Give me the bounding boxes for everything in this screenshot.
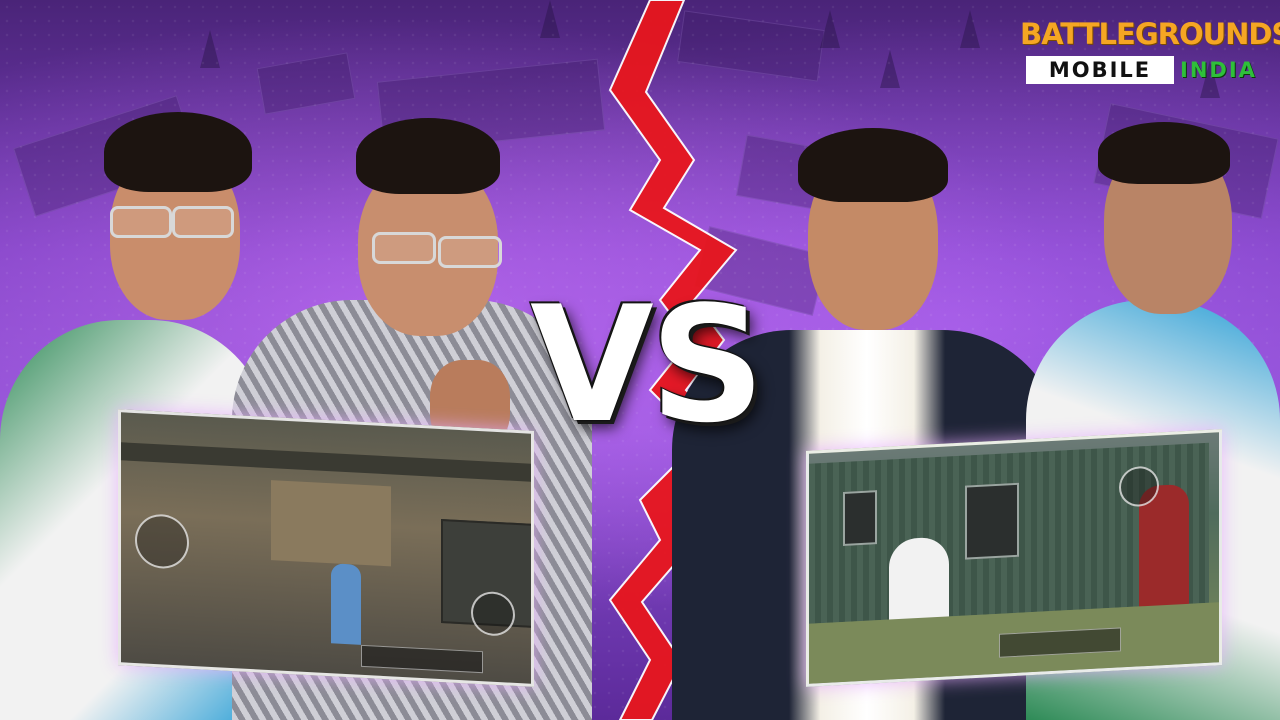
logo-mobile-text: MOBILE xyxy=(1026,56,1174,84)
logo-battlegrounds-text: BATTLEGROUNDS xyxy=(1020,17,1280,51)
gameplay-screenshot-right xyxy=(806,429,1222,687)
gameplay-screenshot-left xyxy=(118,409,534,687)
battlegrounds-mobile-india-logo: BATTLEGROUNDS MOBILE INDIA xyxy=(1020,16,1280,88)
logo-india-text: INDIA xyxy=(1180,58,1257,82)
vs-text: VS xyxy=(530,271,765,458)
thumbnail-stage: VS BATTLEGROUNDS MOBILE INDIA xyxy=(0,0,1280,720)
